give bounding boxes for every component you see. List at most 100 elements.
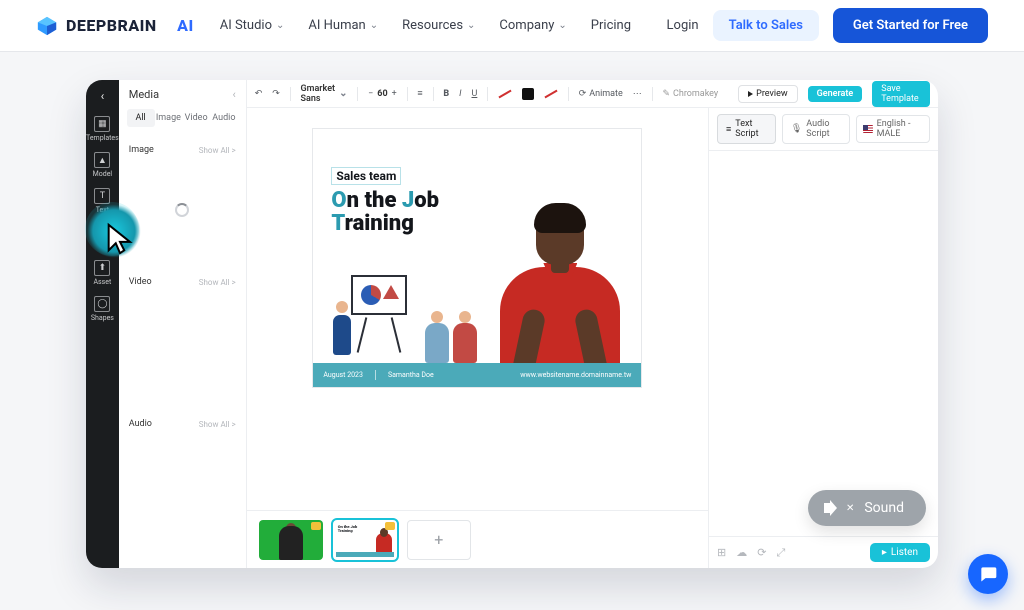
strike-red-icon[interactable] — [498, 93, 512, 95]
get-started-button[interactable]: Get Started for Free — [833, 8, 988, 43]
italic-button[interactable]: I — [459, 89, 461, 99]
font-select[interactable]: Gmarket Sans ⌄ — [301, 84, 348, 104]
section-image-title: Image — [129, 145, 154, 155]
media-tab-all[interactable]: All — [127, 109, 155, 127]
spinner-icon — [175, 203, 189, 217]
chevron-down-icon: ⌄ — [558, 20, 566, 31]
media-tab-image[interactable]: Image — [155, 109, 183, 127]
strike-red-icon-2[interactable] — [544, 93, 558, 95]
language-select[interactable]: English - MALE — [856, 115, 930, 143]
image-loading — [129, 155, 236, 265]
slide-heading: On the JobTraining — [331, 189, 501, 235]
chevron-down-icon: ⌄ — [276, 20, 284, 31]
login-link[interactable]: Login — [667, 18, 699, 33]
brand-logo[interactable]: DEEPBRAIN AI — [36, 15, 194, 37]
animate-button[interactable]: ⟳ Animate — [579, 89, 623, 99]
left-rail: ‹ ▦Templates ▲Model TText ▭Image ⬆Asset … — [86, 80, 119, 568]
chevron-down-icon: ⌄ — [370, 20, 378, 31]
video-placeholder — [129, 287, 236, 407]
mic-icon: 🎙 — [791, 124, 802, 134]
nav-pricing[interactable]: Pricing — [591, 18, 631, 33]
media-tab-audio[interactable]: Audio — [210, 109, 238, 127]
section-video-title: Video — [129, 277, 152, 287]
slide-footer: August 2023 Samantha Doe www.websitename… — [313, 363, 641, 387]
bold-button[interactable]: B — [443, 89, 449, 99]
asset-icon: ⬆ — [94, 260, 110, 276]
thumb-1[interactable] — [259, 520, 323, 560]
play-icon — [748, 91, 753, 97]
slide-title-box[interactable]: Sales team On the JobTraining — [331, 165, 501, 235]
redo-button[interactable]: ↷ — [272, 89, 280, 99]
slide-kicker: Sales team — [331, 167, 401, 185]
ai-avatar[interactable] — [495, 197, 625, 387]
media-tabs: All Image Video Audio — [119, 109, 246, 133]
save-template-button[interactable]: Save Template — [872, 81, 930, 107]
expand-icon[interactable]: ⤢ — [776, 546, 785, 560]
illustration — [331, 269, 481, 363]
toolbar: ↶ ↷ Gmarket Sans ⌄ − 60 + ≡ B I U ⟳ Anim… — [247, 80, 938, 108]
preview-button[interactable]: Preview — [738, 85, 797, 103]
sound-toggle[interactable]: ✕ Sound — [808, 490, 926, 526]
script-textarea[interactable] — [709, 151, 938, 536]
settings-icon[interactable]: ⊞ — [717, 546, 726, 559]
nav-ai-studio[interactable]: AI Studio⌄ — [220, 18, 285, 33]
nav-resources[interactable]: Resources⌄ — [402, 18, 475, 33]
rail-model[interactable]: ▲Model — [93, 152, 112, 178]
talk-to-sales-button[interactable]: Talk to Sales — [713, 10, 819, 41]
rail-asset[interactable]: ⬆Asset — [93, 260, 111, 286]
thumb-badge-icon — [385, 522, 395, 530]
rail-templates[interactable]: ▦Templates — [86, 116, 119, 142]
nav-ai-human[interactable]: AI Human⌄ — [308, 18, 378, 33]
text-color-swatch[interactable] — [522, 88, 534, 100]
brand-name: DEEPBRAIN — [66, 16, 157, 35]
chromakey-toggle[interactable]: ✎ Chromakey — [662, 89, 718, 99]
top-nav: DEEPBRAIN AI AI Studio⌄ AI Human⌄ Resour… — [0, 0, 1024, 52]
section-audio-title: Audio — [129, 419, 152, 429]
undo-button[interactable]: ↶ — [255, 89, 263, 99]
nav-right: Login Talk to Sales Get Started for Free — [667, 8, 988, 43]
add-slide-button[interactable]: + — [407, 520, 471, 560]
app-window: ‹ ▦Templates ▲Model TText ▭Image ⬆Asset … — [86, 80, 938, 568]
listen-button[interactable]: ▸Listen — [870, 543, 930, 562]
section-video-showall[interactable]: Show All > — [199, 278, 236, 287]
font-size-input[interactable]: − 60 + — [368, 89, 397, 99]
brand-suffix: AI — [177, 16, 194, 35]
cloud-icon[interactable]: ☁ — [736, 546, 747, 559]
more-button[interactable]: ⋯ — [633, 89, 642, 99]
slide-footer-date: August 2023 — [323, 371, 363, 379]
audio-script-tab[interactable]: 🎙Audio Script — [782, 114, 850, 144]
text-script-tab[interactable]: ≡Text Script — [717, 114, 776, 144]
section-image-showall[interactable]: Show All > — [199, 146, 236, 155]
canvas-area[interactable]: Sales team On the JobTraining — [247, 108, 708, 510]
image-icon: ▭ — [94, 224, 110, 240]
rail-image[interactable]: ▭Image — [93, 224, 113, 250]
shapes-icon: ◯ — [94, 296, 110, 312]
logo-icon — [36, 15, 58, 37]
rail-shapes[interactable]: ◯Shapes — [91, 296, 114, 322]
section-audio-showall[interactable]: Show All > — [199, 420, 236, 429]
canvas-zone: Sales team On the JobTraining — [247, 108, 708, 568]
audience-figures — [421, 315, 481, 363]
list-icon: ≡ — [726, 124, 731, 135]
thumbnail-strip: On the JobTraining + — [247, 510, 708, 568]
presenter-figure — [331, 301, 353, 363]
media-tab-video[interactable]: Video — [182, 109, 210, 127]
rail-text[interactable]: TText — [94, 188, 110, 214]
underline-button[interactable]: U — [472, 89, 478, 99]
back-button[interactable]: ‹ — [101, 86, 105, 106]
nav-center: AI Studio⌄ AI Human⌄ Resources⌄ Company⌄… — [220, 18, 631, 33]
triangle-icon — [383, 285, 399, 299]
refresh-icon[interactable]: ⟳ — [757, 546, 766, 559]
media-title: Media — [129, 88, 159, 101]
chat-button[interactable] — [968, 554, 1008, 594]
thumb-2-selected[interactable]: On the JobTraining — [333, 520, 397, 560]
align-button[interactable]: ≡ — [417, 88, 422, 99]
slide-footer-site: www.websitename.domainname.tw — [520, 371, 631, 379]
slide-footer-name: Samantha Doe — [388, 371, 434, 379]
generate-button[interactable]: Generate — [808, 86, 863, 102]
slide[interactable]: Sales team On the JobTraining — [312, 128, 642, 388]
media-panel: Media ‹ All Image Video Audio Image Show … — [119, 80, 247, 568]
nav-company[interactable]: Company⌄ — [499, 18, 566, 33]
pie-icon — [361, 285, 381, 305]
collapse-panel-button[interactable]: ‹ — [232, 88, 235, 101]
